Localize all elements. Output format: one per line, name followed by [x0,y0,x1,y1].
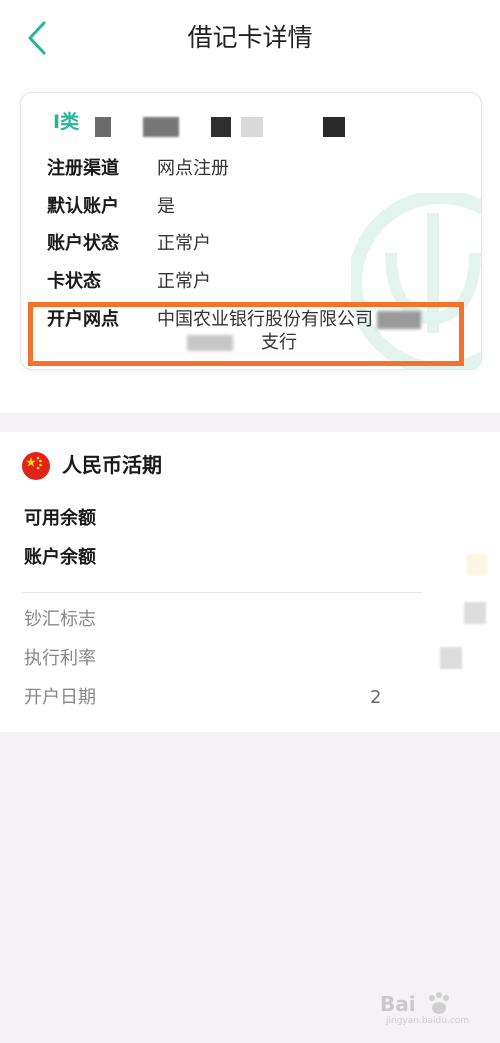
masked-card-number [93,115,353,137]
china-flag-icon [22,452,50,480]
card-type-label: I类 [53,111,80,133]
page-title: 借记卡详情 [187,23,313,52]
row-label: 卡状态 [47,271,101,292]
header-bar: 借记卡详情 [0,0,500,80]
open-date-label: 开户日期 [24,687,96,708]
watermark-text: Bai [380,992,416,1016]
account-balance-label: 账户余额 [24,547,96,568]
interest-rate-label: 执行利率 [24,648,96,669]
row-value: 是 [157,196,175,217]
paw-icon [429,992,449,1014]
redaction-mark [440,647,462,669]
section-title: 人民币活期 [62,453,162,477]
row-label: 注册渠道 [47,158,119,179]
available-balance-label: 可用余额 [24,508,96,529]
divider [22,592,422,593]
highlight-box [28,302,464,366]
row-label: 账户状态 [47,233,119,254]
currency-section: 人民币活期 可用余额 账户余额 钞汇标志 执行利率 开户日期 2 [0,432,500,732]
redaction-mark [464,602,486,624]
open-date-value: 2 [370,687,382,708]
redaction-mark [466,554,488,576]
baidu-watermark: Bai jingyan.baidu.com [380,990,490,1034]
row-value: 网点注册 [157,158,229,179]
cash-remit-flag-label: 钞汇标志 [24,609,96,630]
redaction-mark [384,680,484,720]
watermark-site: jingyan.baidu.com [386,1016,470,1026]
row-label: 默认账户 [47,196,119,217]
row-value: 正常户 [157,271,211,292]
row-value: 正常户 [157,233,211,254]
